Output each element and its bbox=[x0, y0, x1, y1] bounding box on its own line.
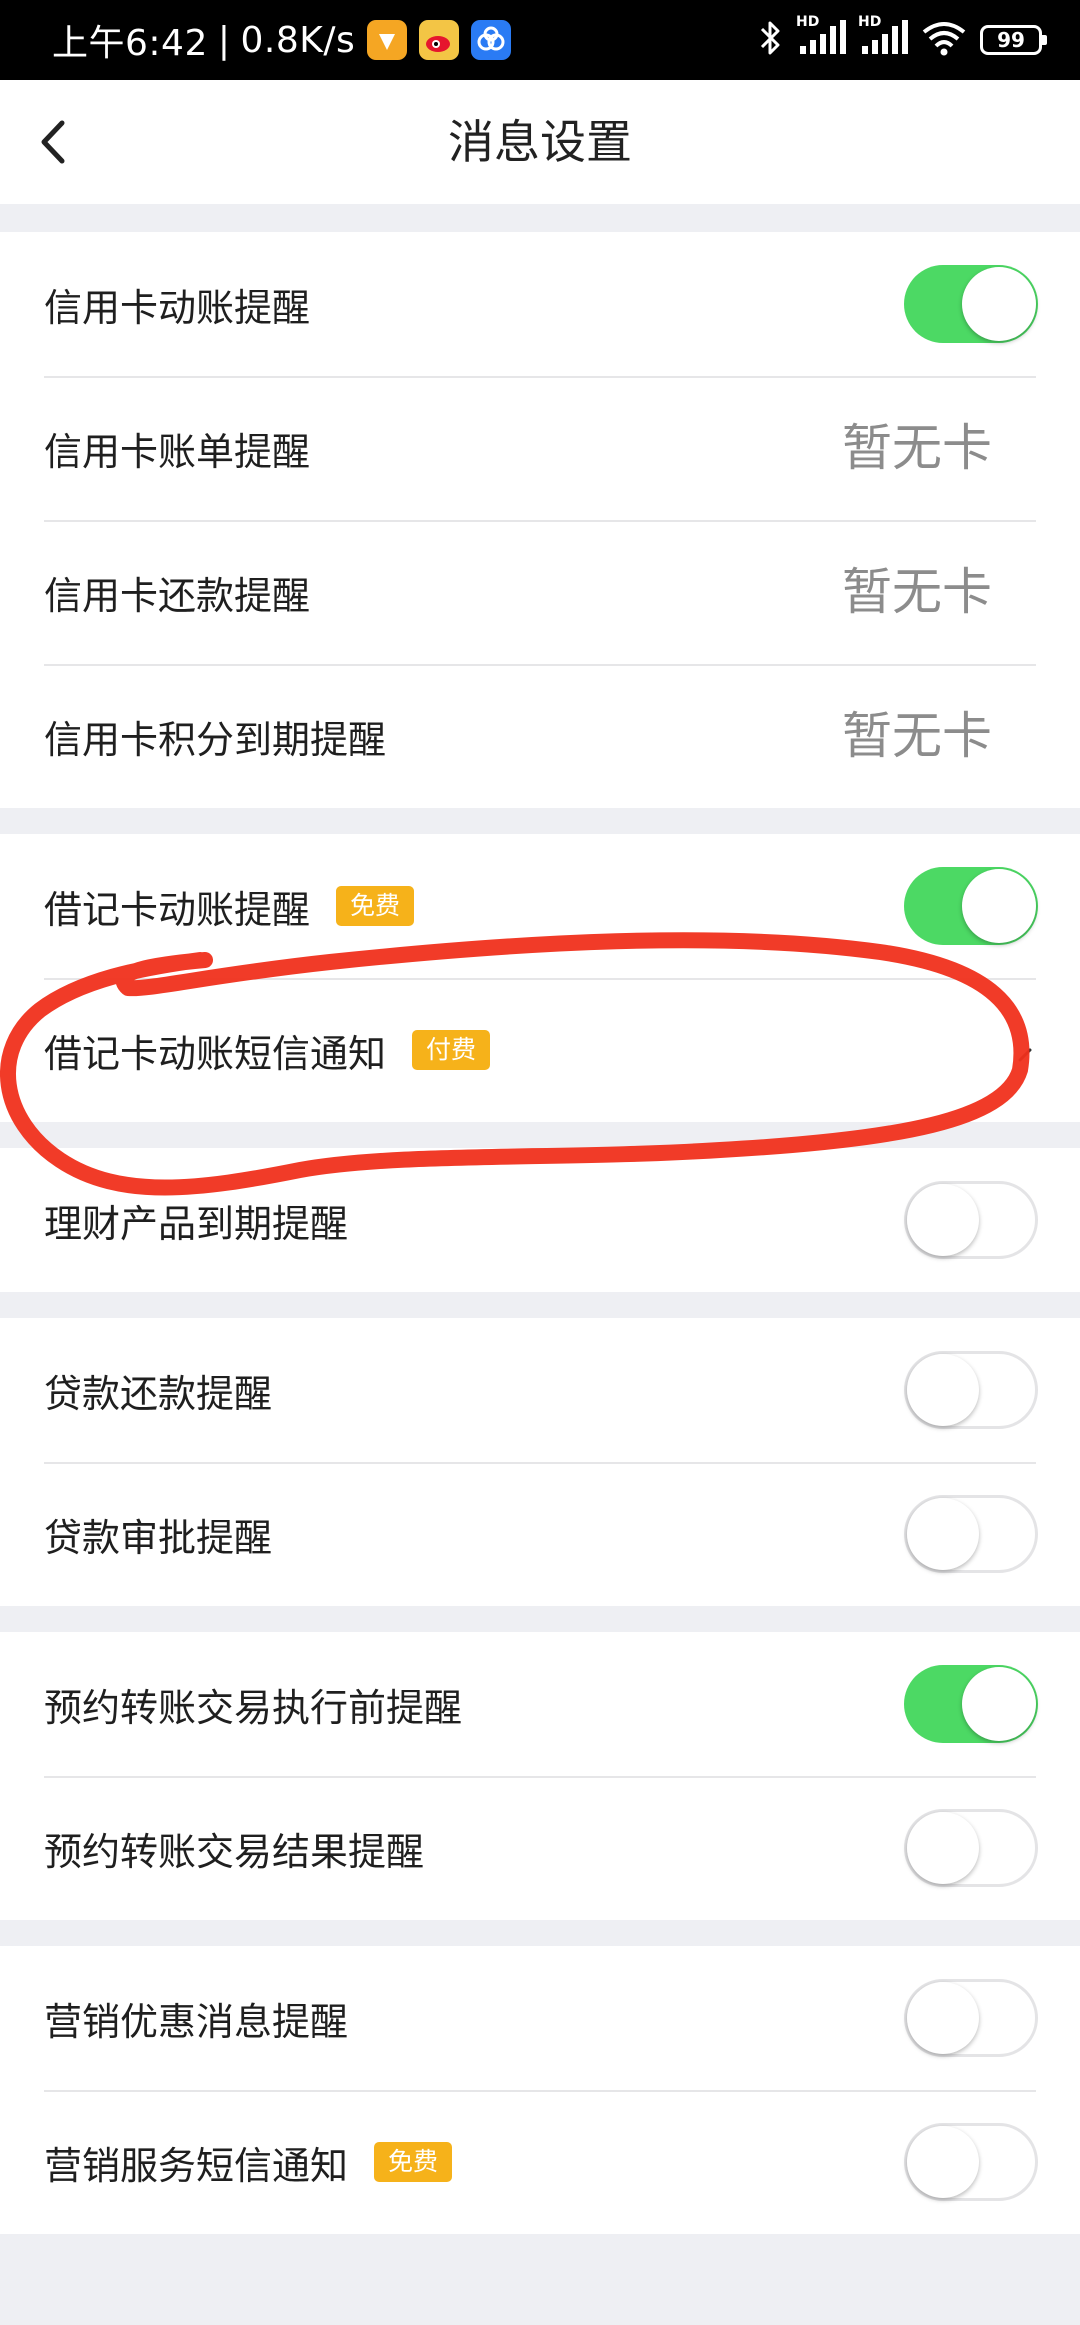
chevron-right-icon bbox=[1018, 1048, 1032, 1062]
settings-group-wealth: 理财产品到期提醒 bbox=[0, 1148, 1080, 1292]
setting-label: 借记卡动账提醒 免费 bbox=[44, 834, 415, 978]
setting-label-text: 营销服务短信通知 bbox=[44, 2143, 349, 2188]
setting-label: 信用卡还款提醒 bbox=[44, 573, 311, 618]
signal-hd-label: HD bbox=[796, 14, 820, 30]
toggle-knob bbox=[907, 1184, 979, 1256]
toggle-switch[interactable] bbox=[904, 1495, 1038, 1573]
settings-group-marketing: 营销优惠消息提醒 营销服务短信通知 免费 bbox=[0, 1946, 1080, 2234]
toggle-switch[interactable] bbox=[904, 1809, 1038, 1887]
chevron-left-icon bbox=[41, 120, 65, 164]
status-separator: | bbox=[217, 19, 231, 61]
notification-app-icon bbox=[367, 20, 408, 60]
setting-row-debit-card-sms[interactable]: 借记卡动账短信通知 付费 bbox=[0, 978, 1080, 1122]
settings-group-scheduled-transfer: 预约转账交易执行前提醒 预约转账交易结果提醒 bbox=[0, 1632, 1080, 1920]
toggle-switch[interactable] bbox=[904, 265, 1038, 343]
status-left: 上午6:42 | 0.8K/s bbox=[52, 0, 512, 80]
settings-group-loan: 贷款还款提醒 贷款审批提醒 bbox=[0, 1318, 1080, 1606]
nav-bar: 消息设置 bbox=[0, 80, 1080, 204]
setting-row-loan-repayment: 贷款还款提醒 bbox=[0, 1318, 1080, 1462]
setting-row-marketing-offers: 营销优惠消息提醒 bbox=[0, 1946, 1080, 2090]
toggle-knob bbox=[907, 1982, 979, 2054]
back-button[interactable] bbox=[24, 112, 84, 172]
page-title: 消息设置 bbox=[448, 115, 632, 169]
free-badge: 免费 bbox=[336, 886, 415, 926]
setting-label: 贷款审批提醒 bbox=[44, 1515, 273, 1560]
status-network-speed: 0.8K/s bbox=[240, 19, 356, 61]
toggle-knob bbox=[962, 1667, 1036, 1741]
toggle-knob bbox=[907, 2126, 979, 2198]
toggle-switch[interactable] bbox=[904, 1979, 1038, 2057]
setting-label: 信用卡积分到期提醒 bbox=[44, 717, 387, 762]
setting-label-text: 借记卡动账短信通知 bbox=[44, 1031, 387, 1076]
toggle-switch[interactable] bbox=[904, 867, 1038, 945]
toggle-switch[interactable] bbox=[904, 1181, 1038, 1259]
setting-row-wealth-maturity: 理财产品到期提醒 bbox=[0, 1148, 1080, 1292]
toggle-switch[interactable] bbox=[904, 1665, 1038, 1743]
setting-value: 暂无卡 bbox=[842, 419, 992, 477]
weibo-icon bbox=[419, 20, 460, 60]
setting-label: 信用卡账单提醒 bbox=[44, 429, 311, 474]
status-time: 上午6:42 bbox=[52, 23, 208, 64]
setting-label: 营销服务短信通知 免费 bbox=[44, 2090, 453, 2234]
toggle-switch[interactable] bbox=[904, 1351, 1038, 1429]
wifi-icon bbox=[920, 18, 968, 62]
setting-row-debit-card-transaction: 借记卡动账提醒 免费 bbox=[0, 834, 1080, 978]
setting-value: 暂无卡 bbox=[842, 563, 992, 621]
setting-row-credit-card-transaction: 信用卡动账提醒 bbox=[0, 232, 1080, 376]
paid-badge: 付费 bbox=[412, 1030, 491, 1070]
setting-row-scheduled-transfer-before: 预约转账交易执行前提醒 bbox=[0, 1632, 1080, 1776]
toggle-knob bbox=[907, 1498, 979, 1570]
setting-row-credit-card-repayment[interactable]: 信用卡还款提醒 暂无卡 bbox=[0, 520, 1080, 664]
status-right: HD HD 99 bbox=[758, 0, 1047, 80]
cloud-app-icon bbox=[471, 20, 512, 60]
setting-label: 营销优惠消息提醒 bbox=[44, 1999, 349, 2044]
setting-row-scheduled-transfer-result: 预约转账交易结果提醒 bbox=[0, 1776, 1080, 1920]
toggle-knob bbox=[962, 267, 1036, 341]
setting-row-credit-card-bill[interactable]: 信用卡账单提醒 暂无卡 bbox=[0, 376, 1080, 520]
setting-label-text: 借记卡动账提醒 bbox=[44, 887, 311, 932]
setting-label: 预约转账交易执行前提醒 bbox=[44, 1685, 463, 1730]
setting-row-credit-card-points[interactable]: 信用卡积分到期提醒 暂无卡 bbox=[0, 664, 1080, 808]
setting-row-loan-approval: 贷款审批提醒 bbox=[0, 1462, 1080, 1606]
toggle-knob bbox=[907, 1354, 979, 1426]
setting-label: 借记卡动账短信通知 付费 bbox=[44, 978, 491, 1122]
setting-label: 信用卡动账提醒 bbox=[44, 285, 311, 330]
setting-label: 贷款还款提醒 bbox=[44, 1371, 273, 1416]
app-root: 上午6:42 | 0.8K/s HD HD 99 消息设置 信用卡动账提醒 信用… bbox=[0, 0, 1080, 2325]
bluetooth-icon bbox=[758, 18, 784, 62]
status-bar: 上午6:42 | 0.8K/s HD HD 99 bbox=[0, 0, 1080, 80]
signal-icon-2: HD bbox=[858, 14, 908, 62]
signal-icon: HD bbox=[796, 14, 846, 62]
setting-row-marketing-sms: 营销服务短信通知 免费 bbox=[0, 2090, 1080, 2234]
setting-label: 预约转账交易结果提醒 bbox=[44, 1829, 425, 1874]
setting-value: 暂无卡 bbox=[842, 707, 992, 765]
signal-hd-label-2: HD bbox=[858, 14, 882, 30]
settings-group-debit-card: 借记卡动账提醒 免费 借记卡动账短信通知 付费 bbox=[0, 834, 1080, 1122]
free-badge: 免费 bbox=[374, 2142, 453, 2182]
settings-group-credit-card: 信用卡动账提醒 信用卡账单提醒 暂无卡 信用卡还款提醒 暂无卡 信用卡积分到期提… bbox=[0, 232, 1080, 808]
battery-icon: 99 bbox=[980, 25, 1047, 55]
toggle-knob bbox=[907, 1812, 979, 1884]
toggle-switch[interactable] bbox=[904, 2123, 1038, 2201]
setting-label: 理财产品到期提醒 bbox=[44, 1201, 349, 1246]
toggle-knob bbox=[962, 869, 1036, 943]
